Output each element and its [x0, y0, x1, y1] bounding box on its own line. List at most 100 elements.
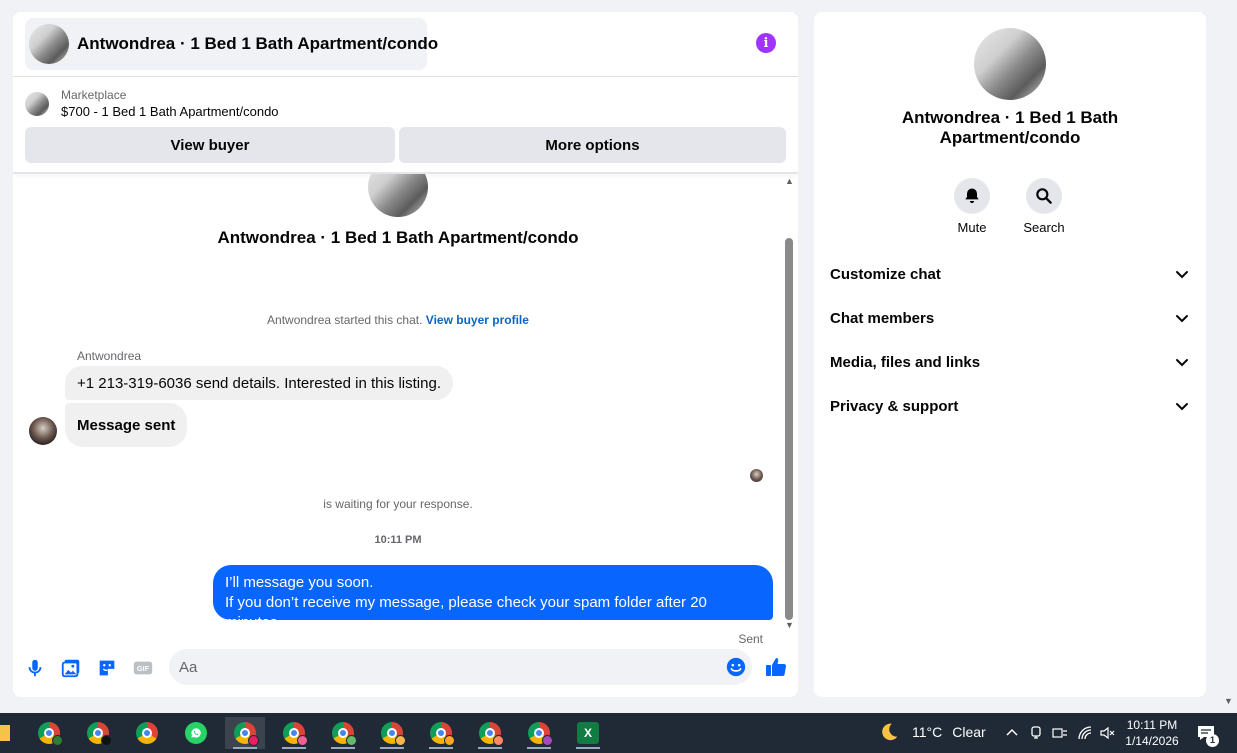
message-scrollbar[interactable]: ▲ ▼: [783, 174, 796, 634]
chat-title: Antwondrea · 1 Bed 1 Bath Apartment/cond…: [77, 34, 439, 53]
taskbar-chrome-active[interactable]: [225, 717, 265, 749]
chat-started-notice: Antwondrea started this chat. View buyer…: [13, 313, 783, 327]
info-icon[interactable]: i: [756, 33, 776, 53]
profile-badge-icon: [101, 735, 112, 746]
like-icon[interactable]: [764, 655, 788, 679]
clock-time: 10:11 PM: [1126, 718, 1178, 732]
listing-thumbnail: [25, 92, 49, 116]
details-panel: Antwondrea · 1 Bed 1 Bath Apartment/cond…: [814, 12, 1206, 697]
section-label: Privacy & support: [830, 397, 959, 415]
taskbar-chrome-profile-g[interactable]: [470, 717, 510, 749]
conversation-avatar: [368, 174, 428, 217]
outgoing-line-1: I’ll message you soon.: [225, 574, 374, 591]
wifi-icon[interactable]: [1077, 725, 1093, 741]
incoming-message[interactable]: Message sent: [65, 403, 188, 447]
chrome-icon: [136, 722, 158, 744]
active-indicator: [527, 747, 551, 749]
chevron-down-icon: [1176, 359, 1188, 367]
taskbar-chrome-profile-b[interactable]: [78, 717, 118, 749]
view-buyer-button[interactable]: View buyer: [25, 127, 395, 163]
chat-panel: Antwondrea · 1 Bed 1 Bath Apartment/cond…: [13, 12, 798, 697]
page-scroll-down-arrow[interactable]: ▼: [1224, 696, 1233, 706]
composer: GIF: [13, 648, 798, 688]
view-buyer-profile-link[interactable]: View buyer profile: [426, 313, 529, 327]
excel-icon: X: [577, 722, 599, 744]
chevron-up-icon[interactable]: [1004, 725, 1020, 741]
taskbar-chrome-profile-h[interactable]: [519, 717, 559, 749]
conversation-title: Antwondrea · 1 Bed 1 Bath Apartment/cond…: [217, 228, 579, 247]
message-input[interactable]: [179, 649, 719, 685]
listing-avatar: [29, 24, 69, 64]
windows-taskbar: X 11°C Clear 10:11 PM 1/14/2026 1: [0, 713, 1237, 753]
active-indicator: [233, 747, 257, 749]
read-receipt-avatar: [750, 469, 763, 482]
search-icon: [1026, 178, 1062, 214]
chat-title-button[interactable]: Antwondrea · 1 Bed 1 Bath Apartment/cond…: [25, 18, 438, 70]
sender-name: Antwondrea: [77, 349, 142, 363]
weather-condition: Clear: [952, 724, 986, 740]
chevron-down-icon: [1176, 271, 1188, 279]
profile-badge-icon: [542, 735, 553, 746]
started-text: Antwondrea started this chat.: [267, 313, 423, 327]
search-label: Search: [1023, 220, 1065, 235]
customize-chat-section[interactable]: Customize chat: [830, 254, 1190, 294]
profile-badge-icon: [444, 735, 455, 746]
media-files-links-section[interactable]: Media, files and links: [830, 342, 1190, 382]
taskbar-chrome-profile-a[interactable]: [29, 717, 69, 749]
details-title: Antwondrea · 1 Bed 1 Bath Apartment/cond…: [901, 108, 1119, 147]
active-indicator: [429, 747, 453, 749]
section-label: Chat members: [830, 309, 935, 327]
microphone-icon[interactable]: [24, 657, 46, 679]
profile-badge-icon: [346, 735, 357, 746]
moon-icon: [882, 723, 898, 741]
temperature: 11°C: [912, 724, 943, 740]
scroll-up-arrow[interactable]: ▲: [783, 176, 796, 188]
chat-header: Antwondrea · 1 Bed 1 Bath Apartment/cond…: [13, 12, 798, 77]
scroll-down-arrow[interactable]: ▼: [783, 620, 796, 632]
chevron-down-icon: [1176, 315, 1188, 323]
photo-icon[interactable]: [60, 657, 82, 679]
details-avatar[interactable]: [974, 28, 1046, 100]
taskbar-chrome-profile-e[interactable]: [372, 717, 412, 749]
active-indicator: [576, 747, 600, 749]
ime-icon[interactable]: [1052, 725, 1068, 741]
sender-avatar[interactable]: [29, 417, 57, 445]
meet-now-icon[interactable]: [1028, 725, 1044, 741]
taskbar-whatsapp[interactable]: [176, 717, 216, 749]
marketplace-listing[interactable]: Marketplace $700 - 1 Bed 1 Bath Apartmen…: [25, 86, 279, 122]
volume-muted-icon[interactable]: [1099, 725, 1115, 741]
sent-status: Sent: [738, 632, 763, 644]
taskbar-chrome[interactable]: [127, 717, 167, 749]
system-clock[interactable]: 10:11 PM 1/14/2026: [1120, 717, 1184, 749]
listing-title: $700 - 1 Bed 1 Bath Apartment/condo: [61, 104, 279, 119]
emoji-icon[interactable]: [725, 656, 747, 678]
scroll-thumb[interactable]: [785, 238, 793, 620]
taskbar-chrome-profile-f[interactable]: [421, 717, 461, 749]
taskbar-chrome-profile-d[interactable]: [323, 717, 363, 749]
gif-text: GIF: [137, 664, 150, 673]
taskbar-chrome-profile-c[interactable]: [274, 717, 314, 749]
gif-icon[interactable]: GIF: [132, 657, 154, 679]
taskbar-excel[interactable]: X: [568, 717, 608, 749]
profile-badge-icon: [52, 735, 63, 746]
privacy-support-section[interactable]: Privacy & support: [830, 386, 1190, 426]
active-indicator: [380, 747, 404, 749]
mute-button[interactable]: Mute: [942, 178, 1002, 235]
sticker-icon[interactable]: [96, 657, 118, 679]
outgoing-line-2: If you don’t receive my message, please …: [225, 594, 707, 631]
search-button[interactable]: Search: [1014, 178, 1074, 235]
marketplace-label: Marketplace: [61, 88, 127, 102]
profile-badge-icon: [395, 735, 406, 746]
profile-badge-icon: [248, 735, 259, 746]
incoming-message[interactable]: +1 213-319-6036 send details. Interested…: [65, 366, 453, 400]
more-options-button[interactable]: More options: [399, 127, 786, 163]
section-label: Customize chat: [830, 265, 941, 283]
message-list: Antwondrea · 1 Bed 1 Bath Apartment/cond…: [13, 174, 783, 644]
file-explorer-icon[interactable]: [0, 725, 10, 741]
whatsapp-icon: [185, 722, 207, 744]
chat-members-section[interactable]: Chat members: [830, 298, 1190, 338]
outgoing-message[interactable]: I’ll message you soon. If you don’t rece…: [213, 565, 773, 631]
weather-widget[interactable]: 11°C Clear: [878, 721, 986, 743]
bell-icon: [954, 178, 990, 214]
active-indicator: [331, 747, 355, 749]
